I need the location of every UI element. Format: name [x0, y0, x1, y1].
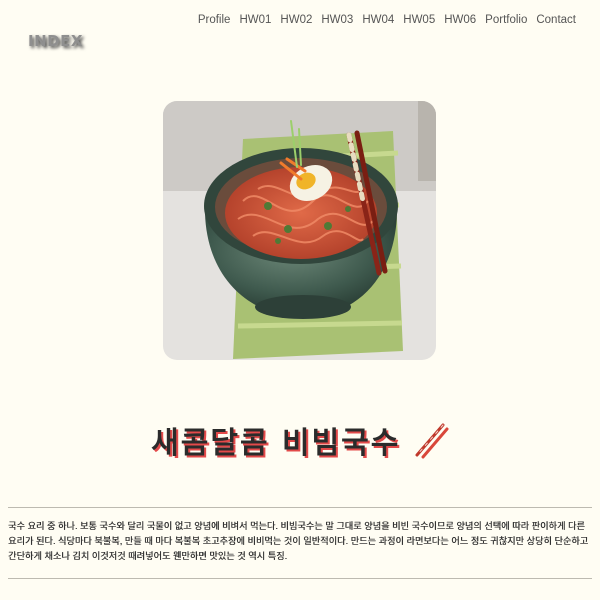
nav-profile[interactable]: Profile: [198, 14, 231, 26]
divider-top: [8, 507, 592, 508]
divider-bottom: [8, 578, 592, 579]
dish-photo: [163, 101, 436, 360]
nav-hw01[interactable]: HW01: [239, 14, 271, 26]
nav-hw06[interactable]: HW06: [444, 14, 476, 26]
nav-hw02[interactable]: HW02: [280, 14, 312, 26]
nav-hw03[interactable]: HW03: [321, 14, 353, 26]
site-logo[interactable]: INDEX: [28, 32, 83, 50]
bibim-guksu-photo: [163, 101, 436, 360]
nav-contact[interactable]: Contact: [536, 14, 576, 26]
top-nav: Profile HW01 HW02 HW03 HW04 HW05 HW06 Po…: [198, 14, 576, 26]
nav-hw05[interactable]: HW05: [403, 14, 435, 26]
page-title: 새콤달콤 비빔국수: [151, 426, 401, 461]
nav-portfolio[interactable]: Portfolio: [485, 14, 527, 26]
chopsticks-icon: [415, 423, 449, 459]
title-row: 새콤달콤 비빔국수: [0, 418, 600, 462]
nav-hw04[interactable]: HW04: [362, 14, 394, 26]
description-text: 국수 요리 중 하나. 보통 국수와 달리 국물이 없고 양념에 비벼서 먹는다…: [8, 521, 589, 561]
